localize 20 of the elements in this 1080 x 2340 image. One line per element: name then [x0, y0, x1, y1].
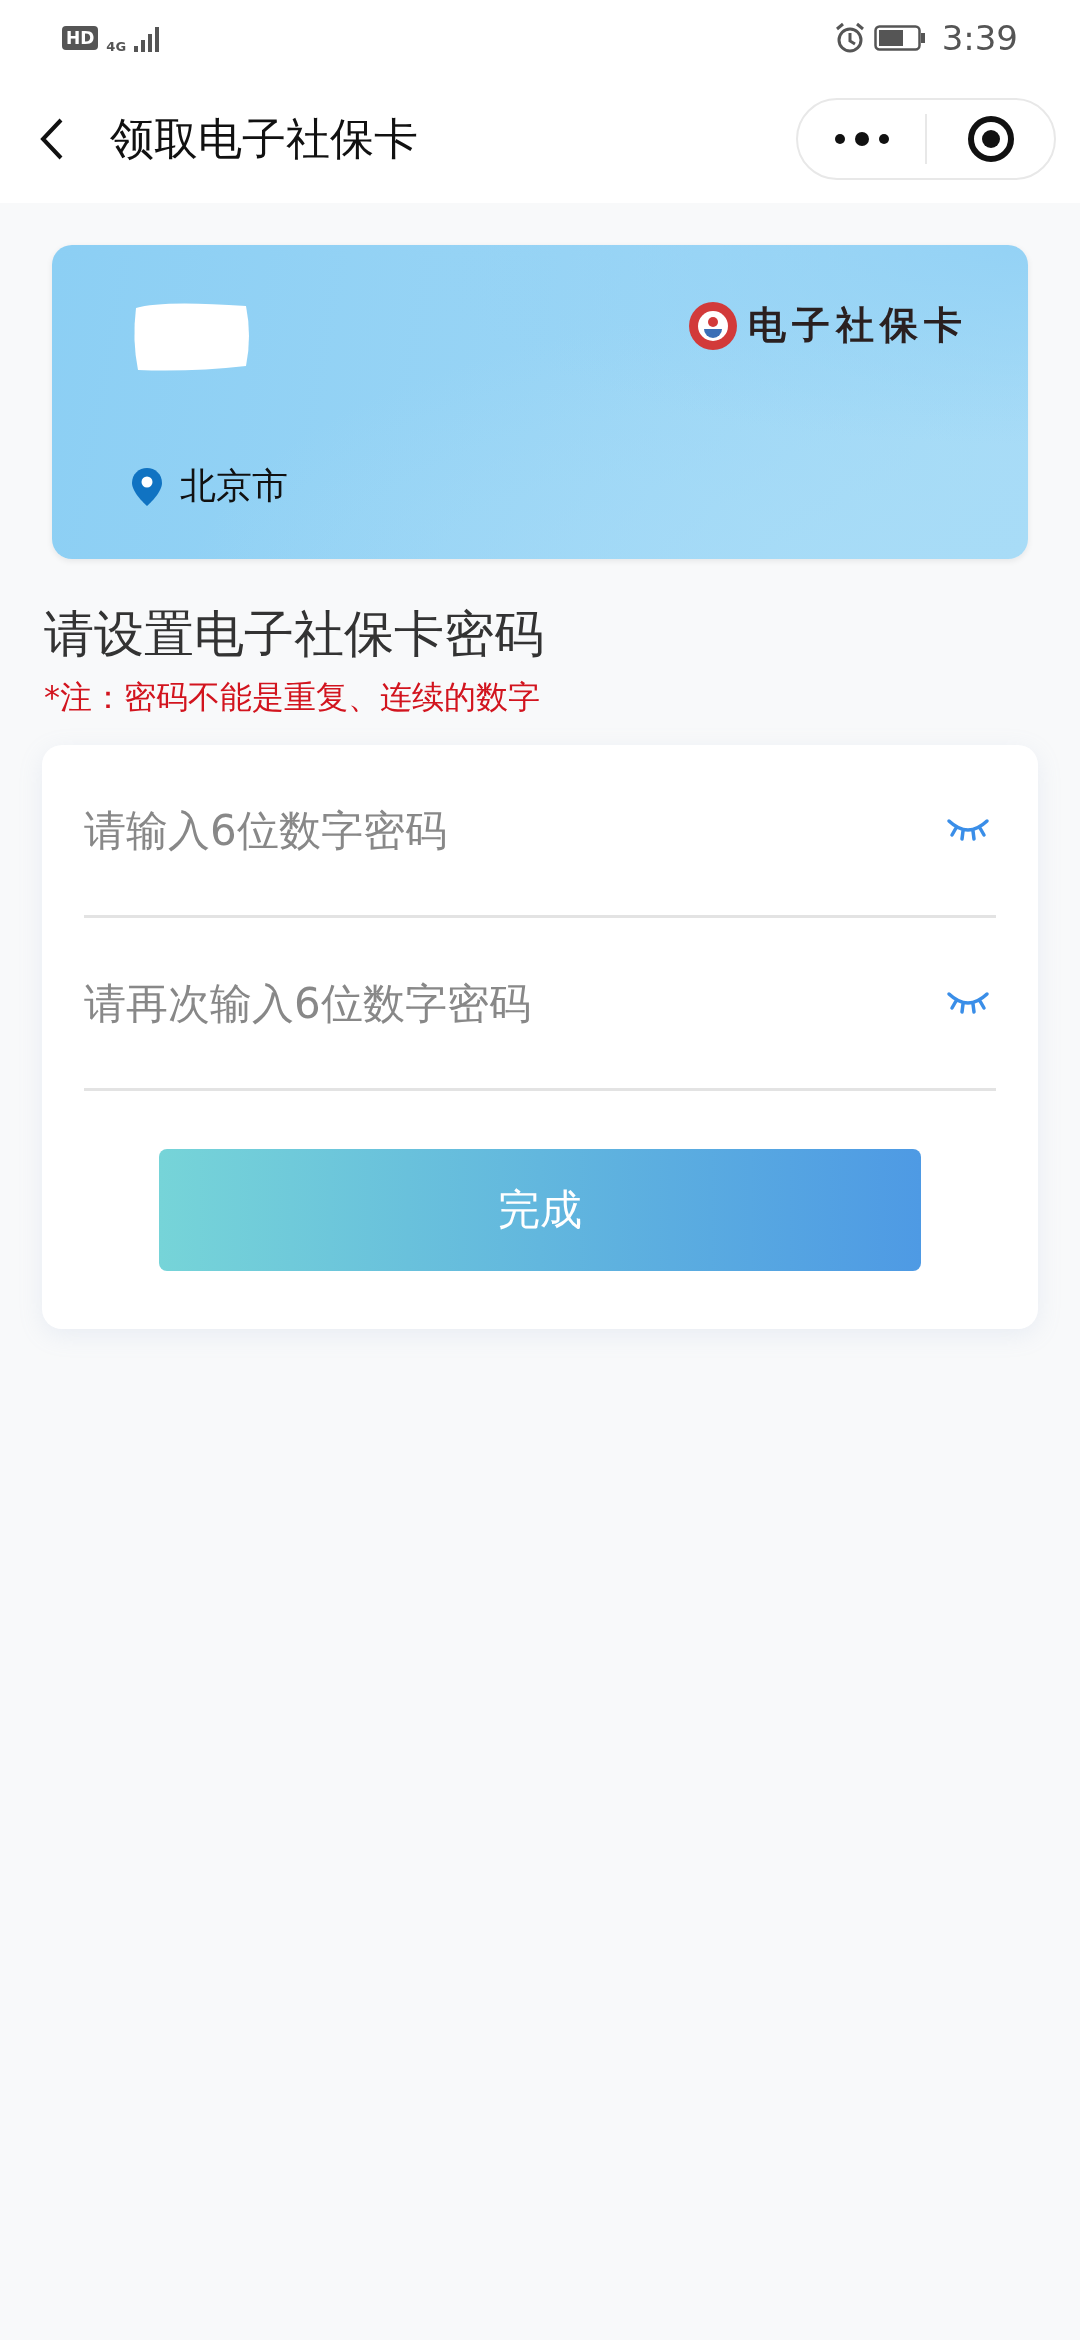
closed-eye-icon[interactable]	[946, 991, 990, 1015]
page-title: 领取电子社保卡	[110, 111, 419, 166]
clock-time: 3:39	[941, 17, 1018, 58]
done-button[interactable]: 完成	[159, 1149, 921, 1271]
emblem-icon	[688, 300, 738, 351]
alarm-icon	[833, 21, 866, 54]
back-icon[interactable]	[40, 117, 64, 161]
card-logo-text: 电子社保卡	[748, 301, 968, 349]
hd-badge: HD	[62, 25, 99, 50]
battery-icon	[873, 24, 926, 51]
location-pin-icon	[132, 467, 162, 506]
password-field[interactable]: 请再次输入6位数字密码	[84, 978, 946, 1028]
password-field[interactable]: 请输入6位数字密码	[84, 805, 946, 855]
more-icon	[834, 132, 889, 146]
section-heading: 请设置电子社保卡密码	[44, 604, 545, 665]
location-text: 北京市	[180, 464, 288, 508]
network-label: 4G	[106, 39, 127, 54]
target-icon	[966, 115, 1015, 163]
password-note: *注：密码不能是重复、连续的数字	[44, 677, 541, 718]
closed-eye-icon[interactable]	[946, 818, 990, 842]
